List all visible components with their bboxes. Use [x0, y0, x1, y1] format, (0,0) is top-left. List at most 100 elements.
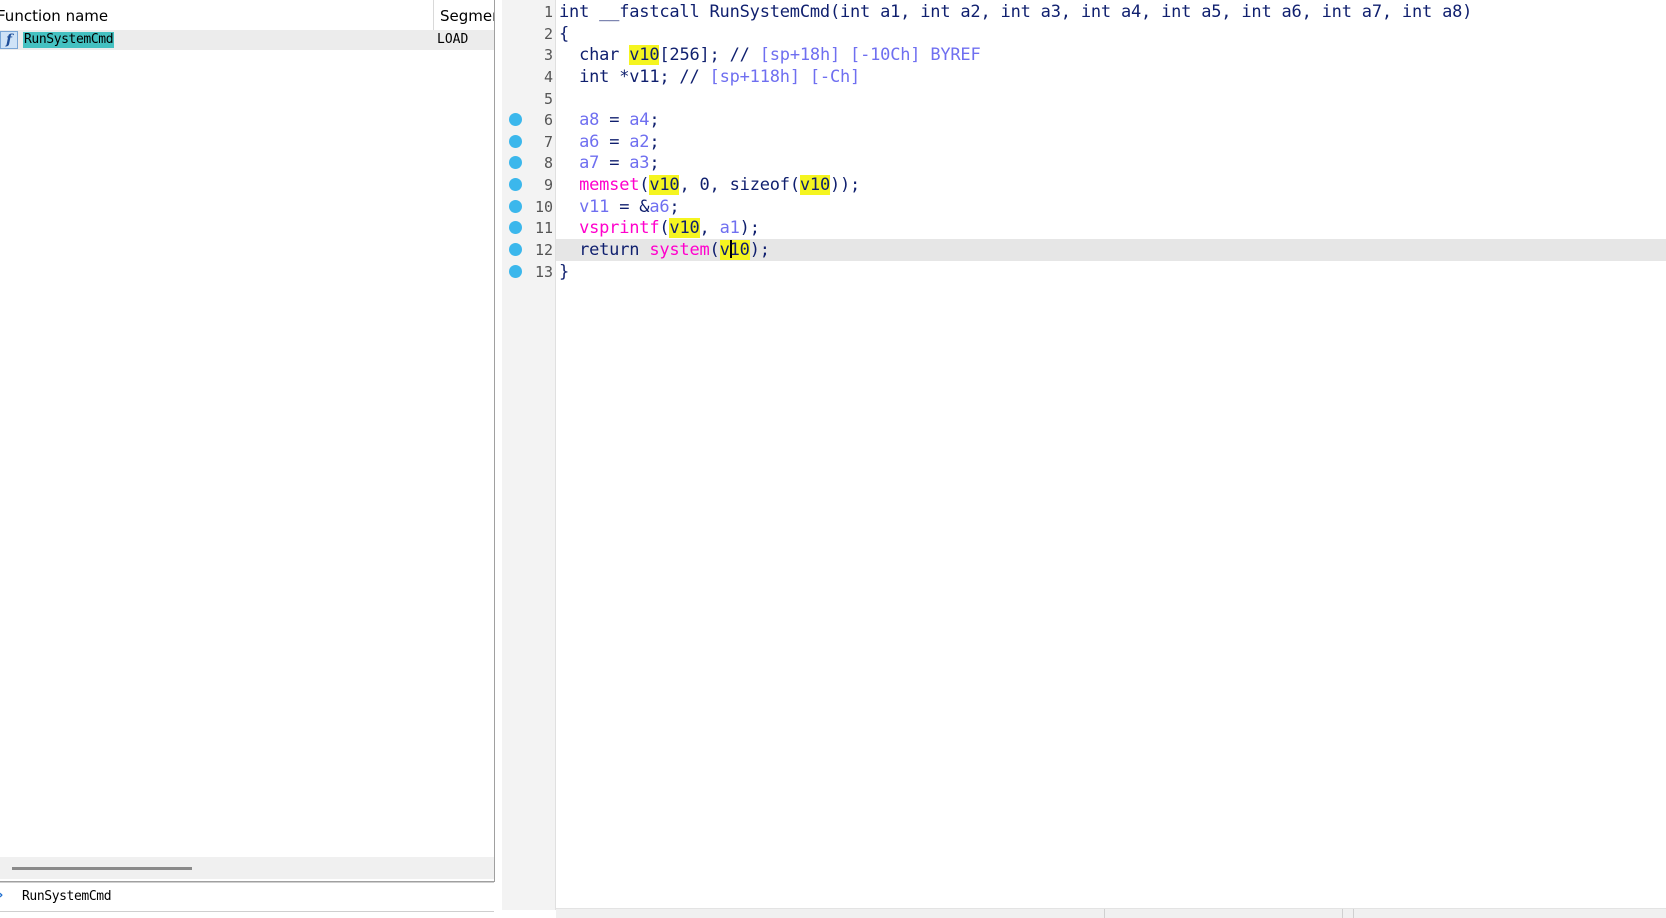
- code-line-10[interactable]: 10 v11 = &a6;: [502, 196, 1666, 218]
- line-number: 11: [534, 219, 553, 237]
- function-call-system[interactable]: system: [649, 240, 709, 260]
- variable-v10[interactable]: v10: [649, 175, 680, 195]
- variable-a3[interactable]: a3: [629, 153, 649, 173]
- paren: (: [709, 240, 720, 260]
- code-line-1[interactable]: 1 int __fastcall RunSystemCmd(int a1, in…: [502, 1, 1666, 23]
- code-line-6[interactable]: 6 a8 = a4;: [502, 109, 1666, 131]
- variable-a6[interactable]: a6: [579, 132, 599, 152]
- line-number: 10: [534, 198, 553, 216]
- close-brace: }: [559, 262, 570, 282]
- code-line-13[interactable]: 13 }: [502, 261, 1666, 283]
- line-number: 8: [543, 154, 553, 172]
- code-text[interactable]: memset(v10, 0, sizeof(v10));: [559, 175, 860, 195]
- variable-v10[interactable]: v10: [719, 240, 750, 260]
- semicolon: ;: [649, 132, 660, 152]
- code-text[interactable]: a8 = a4;: [559, 110, 660, 130]
- function-filter-bar[interactable]: › RunSystemCmd: [0, 882, 494, 912]
- breakpoint-dot[interactable]: [509, 200, 522, 213]
- code-fragment: , 0, sizeof(: [679, 175, 800, 195]
- code-fragment: [256]; //: [659, 45, 760, 65]
- function-name[interactable]: RunSystemCmd: [23, 32, 115, 48]
- function-signature[interactable]: int __fastcall RunSystemCmd(int a1, int …: [559, 2, 1472, 22]
- variable-v10[interactable]: v10: [669, 218, 700, 238]
- line-number: 13: [534, 263, 553, 281]
- breakpoint-dot[interactable]: [509, 135, 522, 148]
- code-line-8[interactable]: 8 a7 = a3;: [502, 152, 1666, 174]
- function-call-memset[interactable]: memset: [579, 175, 639, 195]
- variable-v10-part: 10: [729, 240, 750, 260]
- code-text[interactable]: vsprintf(v10, a1);: [559, 218, 760, 238]
- functions-list: Function name Segmer f RunSystemCmd LOAD: [0, 0, 495, 882]
- line-number: 9: [543, 176, 553, 194]
- code-text[interactable]: a7 = a3;: [559, 153, 660, 173]
- selected-function-label: RunSystemCmd: [22, 889, 112, 904]
- code-fragment: );: [739, 218, 760, 238]
- breakpoint-dot[interactable]: [509, 178, 522, 191]
- horizontal-scrollbar[interactable]: [0, 857, 494, 879]
- function-call-vsprintf[interactable]: vsprintf: [579, 218, 659, 238]
- type-keyword: char: [579, 45, 630, 65]
- function-segment: LOAD: [437, 32, 469, 47]
- horizontal-scrollbar-thumb[interactable]: [12, 867, 192, 870]
- breakpoint-dot[interactable]: [509, 221, 522, 234]
- code-line-9[interactable]: 9 memset(v10, 0, sizeof(v10));: [502, 174, 1666, 196]
- variable-v10-part: v: [719, 240, 730, 260]
- code-line-4[interactable]: 4 int *v11; // [sp+118h] [-Ch]: [502, 66, 1666, 88]
- open-brace: {: [559, 24, 570, 44]
- function-icon: f: [0, 31, 18, 49]
- line-number: 7: [543, 133, 553, 151]
- return-keyword: return: [579, 240, 650, 260]
- variable-v11[interactable]: v11: [579, 197, 609, 217]
- variable-v10[interactable]: v10: [629, 45, 660, 65]
- breakpoint-dot[interactable]: [509, 113, 522, 126]
- code-line-2[interactable]: 2 {: [502, 23, 1666, 45]
- variable-a7[interactable]: a7: [579, 153, 599, 173]
- code-line-11[interactable]: 11 vsprintf(v10, a1);: [502, 217, 1666, 239]
- function-row-runsystemcmd[interactable]: f RunSystemCmd LOAD: [0, 30, 494, 50]
- paren: (: [639, 175, 650, 195]
- function-marker-icon: ›: [0, 889, 6, 903]
- operator: =: [599, 132, 630, 152]
- code-line-12[interactable]: 12 return system(v10);: [502, 239, 1666, 261]
- code-line-5[interactable]: 5: [502, 88, 1666, 110]
- line-number: 12: [534, 241, 553, 259]
- code-text[interactable]: int *v11; // [sp+118h] [-Ch]: [559, 67, 860, 87]
- column-header-segment-label: Segmer: [440, 7, 494, 25]
- column-header-function-name[interactable]: Function name: [0, 0, 434, 32]
- variable-a2[interactable]: a2: [629, 132, 649, 152]
- line-number: 2: [543, 25, 553, 43]
- code-fragment: );: [749, 240, 770, 260]
- breakpoint-dot[interactable]: [509, 243, 522, 256]
- line-number: 4: [543, 68, 553, 86]
- code-text[interactable]: v11 = &a6;: [559, 197, 680, 217]
- operator: =: [599, 153, 630, 173]
- declaration-v11[interactable]: int *v11; //: [579, 67, 709, 87]
- semicolon: ;: [649, 153, 660, 173]
- code-line-7[interactable]: 7 a6 = a2;: [502, 131, 1666, 153]
- breakpoint-dot[interactable]: [509, 156, 522, 169]
- breakpoint-dot[interactable]: [509, 265, 522, 278]
- code-text[interactable]: char v10[256]; // [sp+18h] [-10Ch] BYREF: [559, 45, 981, 65]
- variable-a6[interactable]: a6: [649, 197, 669, 217]
- line-number: 1: [543, 3, 553, 21]
- comma: ,: [699, 218, 720, 238]
- paren: (: [659, 218, 670, 238]
- stack-comment: [sp+118h] [-Ch]: [709, 67, 861, 87]
- code-fragment: ));: [829, 175, 861, 195]
- operator: =: [599, 110, 630, 130]
- line-number: 6: [543, 111, 553, 129]
- line-number: 3: [543, 46, 553, 64]
- variable-a4[interactable]: a4: [629, 110, 649, 130]
- functions-window: Function name Segmer f RunSystemCmd LOAD…: [0, 0, 496, 917]
- code-line-3[interactable]: 3 char v10[256]; // [sp+18h] [-10Ch] BYR…: [502, 44, 1666, 66]
- code-text[interactable]: a6 = a2;: [559, 132, 660, 152]
- variable-a8[interactable]: a8: [579, 110, 599, 130]
- line-number: 5: [543, 90, 553, 108]
- variable-v10[interactable]: v10: [799, 175, 830, 195]
- pseudocode-window: 1 int __fastcall RunSystemCmd(int a1, in…: [502, 0, 1666, 918]
- column-header-segment[interactable]: Segmer: [434, 0, 494, 32]
- variable-a1[interactable]: a1: [720, 218, 740, 238]
- semicolon: ;: [669, 197, 680, 217]
- code-text[interactable]: return system(v10);: [559, 240, 770, 260]
- semicolon: ;: [649, 110, 660, 130]
